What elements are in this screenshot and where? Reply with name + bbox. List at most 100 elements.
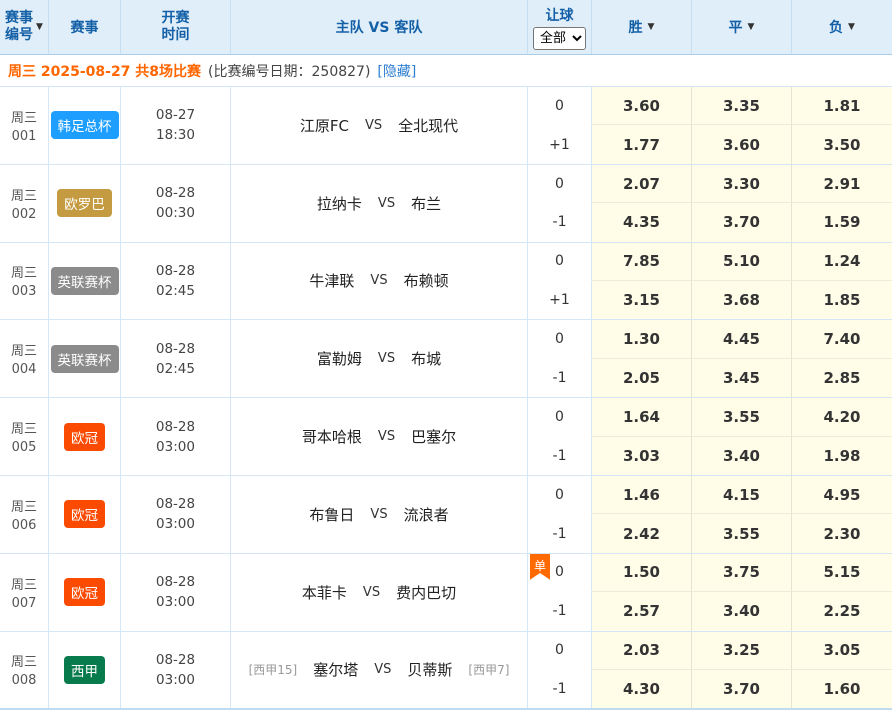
home-team: 牛津联 xyxy=(309,270,354,291)
league-badge: 欧冠 xyxy=(64,423,105,451)
lose-odds[interactable]: 1.81 xyxy=(792,87,892,125)
draw-odds[interactable]: 3.70 xyxy=(692,203,792,241)
draw-odds[interactable]: 3.25 xyxy=(692,632,792,670)
teams-cell: 江原FC VS 全北现代 xyxy=(231,87,528,164)
handicap-cell: 0 xyxy=(528,87,592,125)
handicap-cell: +1 xyxy=(528,281,592,319)
lose-odds[interactable]: 1.24 xyxy=(792,243,892,281)
draw-odds[interactable]: 3.30 xyxy=(692,165,792,203)
draw-odds[interactable]: 4.15 xyxy=(692,476,792,514)
match-time: 03:00 xyxy=(156,439,195,455)
handicap-cell: -1 xyxy=(528,514,592,552)
handicap-value: 0 xyxy=(555,642,564,658)
lose-odds[interactable]: 1.59 xyxy=(792,203,892,241)
win-odds[interactable]: 2.03 xyxy=(592,632,692,670)
handicap-cell: 0 xyxy=(528,632,592,670)
handicap-value: +1 xyxy=(549,292,570,308)
handicap-filter-select[interactable]: 全部 xyxy=(533,27,586,50)
away-team: 布兰 xyxy=(411,193,441,214)
win-odds[interactable]: 7.85 xyxy=(592,243,692,281)
odds-line-handicap: -1 2.57 3.40 2.25 xyxy=(528,592,892,630)
handicap-cell: -1 xyxy=(528,592,592,630)
match-weekday: 周三 xyxy=(11,262,37,281)
teams-cell: 富勒姆 VS 布城 xyxy=(231,320,528,397)
win-odds[interactable]: 3.15 xyxy=(592,281,692,319)
match-weekday: 周三 xyxy=(11,185,37,204)
win-odds[interactable]: 1.64 xyxy=(592,398,692,436)
match-number: 003 xyxy=(12,284,37,299)
odds-lines: 0 1.64 3.55 4.20 -1 3.03 3.40 1.98 xyxy=(528,398,892,475)
draw-odds[interactable]: 3.35 xyxy=(692,87,792,125)
odds-lines: 0 2.03 3.25 3.05 -1 4.30 3.70 1.60 xyxy=(528,632,892,709)
match-weekday: 周三 xyxy=(11,340,37,359)
away-team: 全北现代 xyxy=(398,115,458,136)
lose-odds[interactable]: 1.98 xyxy=(792,437,892,475)
match-number: 001 xyxy=(12,129,37,144)
match-list: 周三 001 韩足总杯 08-27 18:30 江原FC VS 全北现代 0 3… xyxy=(0,87,892,709)
win-odds[interactable]: 4.30 xyxy=(592,670,692,708)
match-code-cell: 周三 008 xyxy=(0,632,49,709)
draw-odds[interactable]: 4.45 xyxy=(692,320,792,358)
sort-arrow-icon[interactable]: ▼ xyxy=(748,23,755,32)
win-odds[interactable]: 1.46 xyxy=(592,476,692,514)
lose-odds[interactable]: 2.85 xyxy=(792,359,892,397)
home-team: 布鲁日 xyxy=(309,504,354,525)
header-win[interactable]: 胜 ▼ xyxy=(592,0,692,54)
draw-odds[interactable]: 3.60 xyxy=(692,125,792,163)
league-cell: 英联赛杯 xyxy=(49,243,121,320)
lose-odds[interactable]: 4.20 xyxy=(792,398,892,436)
win-odds[interactable]: 2.57 xyxy=(592,592,692,630)
draw-odds[interactable]: 3.45 xyxy=(692,359,792,397)
hide-link[interactable]: [隐藏] xyxy=(377,61,416,81)
start-time-cell: 08-28 00:30 xyxy=(121,165,231,242)
away-rank: [西甲7] xyxy=(468,661,509,678)
header-match-number[interactable]: 赛事 编号 ▼ xyxy=(0,0,49,54)
header-lose[interactable]: 负 ▼ xyxy=(792,0,892,54)
win-odds[interactable]: 2.05 xyxy=(592,359,692,397)
odds-line-handicap: -1 4.30 3.70 1.60 xyxy=(528,670,892,708)
match-date: 08-28 xyxy=(156,496,195,512)
win-odds[interactable]: 2.07 xyxy=(592,165,692,203)
header-draw[interactable]: 平 ▼ xyxy=(692,0,792,54)
lose-odds[interactable]: 4.95 xyxy=(792,476,892,514)
teams-cell: [西甲15] 塞尔塔 VS 贝蒂斯 [西甲7] xyxy=(231,632,528,709)
league-badge: 韩足总杯 xyxy=(51,111,119,139)
draw-odds[interactable]: 3.70 xyxy=(692,670,792,708)
draw-odds[interactable]: 3.40 xyxy=(692,592,792,630)
header-home-vs-away: 主队 VS 客队 xyxy=(231,0,528,54)
match-time: 18:30 xyxy=(156,127,195,143)
win-odds[interactable]: 1.30 xyxy=(592,320,692,358)
sort-arrow-icon[interactable]: ▼ xyxy=(648,23,655,32)
handicap-cell: -1 xyxy=(528,203,592,241)
draw-odds[interactable]: 3.55 xyxy=(692,398,792,436)
lose-odds[interactable]: 2.30 xyxy=(792,514,892,552)
league-badge: 英联赛杯 xyxy=(51,267,119,295)
match-time: 03:00 xyxy=(156,594,195,610)
lose-odds[interactable]: 1.60 xyxy=(792,670,892,708)
win-odds[interactable]: 1.77 xyxy=(592,125,692,163)
win-odds[interactable]: 1.50 xyxy=(592,554,692,592)
match-row: 周三 005 欧冠 08-28 03:00 哥本哈根 VS 巴塞尔 0 1.64… xyxy=(0,398,892,476)
lose-odds[interactable]: 3.50 xyxy=(792,125,892,163)
match-code-cell: 周三 004 xyxy=(0,320,49,397)
win-odds[interactable]: 3.60 xyxy=(592,87,692,125)
win-odds[interactable]: 3.03 xyxy=(592,437,692,475)
match-time: 02:45 xyxy=(156,361,195,377)
draw-odds[interactable]: 5.10 xyxy=(692,243,792,281)
win-odds[interactable]: 4.35 xyxy=(592,203,692,241)
draw-odds[interactable]: 3.55 xyxy=(692,514,792,552)
draw-odds[interactable]: 3.40 xyxy=(692,437,792,475)
lose-odds[interactable]: 3.05 xyxy=(792,632,892,670)
lose-odds[interactable]: 1.85 xyxy=(792,281,892,319)
start-time-cell: 08-28 03:00 xyxy=(121,632,231,709)
handicap-value: -1 xyxy=(553,370,567,386)
draw-odds[interactable]: 3.68 xyxy=(692,281,792,319)
lose-odds[interactable]: 2.25 xyxy=(792,592,892,630)
sort-arrow-icon[interactable]: ▼ xyxy=(848,23,855,32)
win-odds[interactable]: 2.42 xyxy=(592,514,692,552)
draw-odds[interactable]: 3.75 xyxy=(692,554,792,592)
sort-arrow-icon[interactable]: ▼ xyxy=(36,23,43,32)
lose-odds[interactable]: 5.15 xyxy=(792,554,892,592)
lose-odds[interactable]: 7.40 xyxy=(792,320,892,358)
lose-odds[interactable]: 2.91 xyxy=(792,165,892,203)
